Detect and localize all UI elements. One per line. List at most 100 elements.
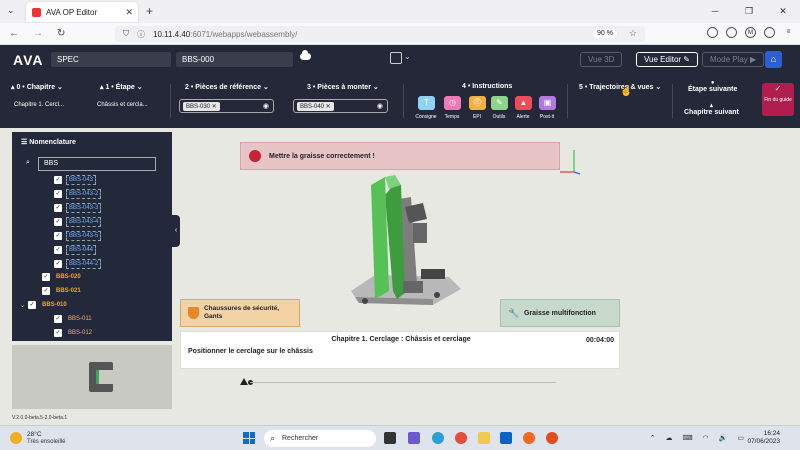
file-explorer-icon[interactable] [478, 432, 490, 444]
chrome-icon[interactable] [455, 432, 467, 444]
home-button[interactable]: ⌂ [765, 51, 782, 68]
preview-thumbnail[interactable] [12, 345, 172, 409]
zoom-level[interactable]: 90 % [593, 29, 617, 38]
extension-m-icon[interactable]: M [745, 27, 756, 38]
firefox-alt-icon[interactable] [546, 432, 558, 444]
chevron-up-icon[interactable]: ⌃ [650, 434, 656, 442]
tree-checkbox[interactable]: ✓ [54, 232, 62, 240]
forward-icon[interactable]: → [33, 28, 43, 39]
reload-icon[interactable]: ↻ [57, 28, 65, 39]
ref-parts-field[interactable]: BBS-030 ✕ ◉ [179, 99, 274, 113]
tree-item[interactable]: ✓ BBS-020 [42, 273, 83, 281]
axis-gizmo[interactable] [556, 146, 582, 176]
tree-checkbox[interactable]: ✓ [54, 329, 62, 337]
instruction-postit-button[interactable]: ▣ [539, 96, 556, 110]
volume-icon[interactable]: 🔊 [719, 434, 728, 442]
wifi-icon[interactable]: ◠ [703, 434, 709, 442]
cloud-sync-icon[interactable]: ☁ [665, 434, 672, 442]
eye-icon[interactable]: ◉ [263, 102, 269, 110]
taskbar-search[interactable]: Rechercher [264, 430, 376, 447]
tree-item[interactable]: ✓ BBS-043 [54, 175, 97, 185]
tree-item[interactable]: ✓ BBS-043-3 [54, 203, 102, 213]
tree-item[interactable]: ⌄ ✓ BBS-010 [20, 301, 69, 309]
3d-model-viewport[interactable] [345, 173, 465, 313]
chevron-down-icon[interactable]: ⌄ [404, 52, 411, 61]
mount-part-chip[interactable]: BBS-040 ✕ [297, 102, 334, 111]
tree-checkbox[interactable]: ✓ [54, 204, 62, 212]
mode-play-button[interactable]: Mode Play ▶ [702, 52, 765, 67]
etape-selector[interactable]: ▴ 1 • Étape ⌄ [100, 83, 143, 91]
maximize-icon[interactable]: ❐ [732, 0, 766, 23]
tree-item[interactable]: ✓ BBS-021 [42, 287, 83, 295]
tree-item[interactable]: ✓ BBS-043-5 [54, 231, 102, 241]
nomenclature-search-input[interactable]: BBS [38, 157, 156, 171]
sun-icon[interactable] [10, 432, 22, 444]
browser-tab[interactable]: AVA OP Editor ✕ [26, 2, 138, 22]
instruction-temps-button[interactable]: ◷ [444, 96, 461, 110]
collapse-panel-handle[interactable]: ‹ [172, 215, 180, 247]
tree-checkbox[interactable]: ✓ [54, 218, 62, 226]
menu-icon[interactable]: ≡ [783, 27, 794, 38]
assembly-field[interactable]: BBS-000 [176, 52, 293, 67]
expand-icon[interactable]: ⌄ [20, 302, 25, 309]
tree-checkbox[interactable]: ✓ [54, 246, 62, 254]
instruction-outils-button[interactable]: ✎ [491, 96, 508, 110]
url-bar[interactable]: ⛉ ⓘ 10.11.4.40:6071/webapps/webassembly/… [115, 26, 645, 42]
ar-view-icon[interactable] [390, 52, 402, 64]
mount-parts-selector[interactable]: 3 • Pièces à monter ⌄ [307, 83, 379, 91]
ref-parts-selector[interactable]: 2 • Pièces de référence ⌄ [185, 83, 269, 91]
ime-icon[interactable]: ⌨ [682, 434, 692, 442]
tree-checkbox[interactable]: ✓ [28, 301, 37, 309]
epi-instruction[interactable]: Chaussures de sécurité, Gants [180, 299, 300, 327]
tree-checkbox[interactable]: ✓ [42, 287, 50, 295]
windows-start-icon[interactable] [243, 432, 255, 444]
tree-item[interactable]: ✓ BBS-043-4 [54, 217, 102, 227]
tree-item[interactable]: ✓ BBS-044-2 [54, 259, 102, 269]
tree-item[interactable]: ✓ BBS-044 [54, 245, 97, 255]
tree-item[interactable]: ✓ BBS-011 [54, 315, 94, 323]
edge-icon[interactable] [432, 432, 444, 444]
firefox-icon[interactable] [523, 432, 535, 444]
project-field[interactable]: SPEC [51, 52, 171, 67]
alert-instruction[interactable]: Mettre la graisse correctement ! [240, 142, 560, 170]
tool-instruction[interactable]: 🔧 Graisse multifonction [500, 299, 620, 327]
close-icon[interactable]: ✕ [125, 7, 133, 18]
outlook-icon[interactable] [500, 432, 512, 444]
new-tab-icon[interactable]: + [146, 4, 153, 18]
page-info-icon[interactable]: ⓘ [137, 29, 145, 40]
next-chapter-button[interactable]: ▴ Chapitre suivant [684, 102, 739, 116]
account-icon[interactable] [726, 27, 737, 38]
window-close-icon[interactable]: ✕ [766, 0, 800, 23]
tree-checkbox[interactable]: ✓ [54, 190, 62, 198]
system-clock[interactable]: 16:24 07/06/2023 [747, 430, 780, 446]
instruction-consigne-button[interactable]: T [418, 96, 435, 110]
tab-list-icon[interactable]: ⌄ [7, 5, 15, 16]
next-step-button[interactable]: ● Étape suivante [688, 80, 737, 93]
instruction-epi-button[interactable]: ⛑ [469, 96, 486, 110]
minimize-icon[interactable]: ─ [698, 0, 732, 23]
tree-checkbox[interactable]: ✓ [54, 260, 62, 268]
back-icon[interactable]: ← [9, 28, 19, 39]
task-view-icon[interactable] [384, 432, 396, 444]
mount-parts-field[interactable]: BBS-040 ✕ ◉ [293, 99, 388, 113]
tree-item[interactable]: ✓ BBS-012 [54, 329, 94, 337]
chapitre-selector[interactable]: ▴ 0 • Chapitre ⌄ [11, 83, 63, 91]
tree-checkbox[interactable]: ✓ [54, 315, 62, 323]
timeline-track[interactable] [250, 382, 556, 383]
tree-checkbox[interactable]: ✓ [54, 176, 62, 184]
vue-3d-button[interactable]: Vue 3D [580, 52, 623, 67]
pocket-icon[interactable] [707, 27, 718, 38]
bookmark-star-icon[interactable]: ☆ [629, 28, 637, 39]
timeline-start-marker[interactable] [240, 378, 248, 385]
downloads-icon[interactable] [764, 27, 775, 38]
teams-icon[interactable] [408, 432, 420, 444]
ref-part-chip[interactable]: BBS-030 ✕ [183, 102, 220, 111]
tree-item[interactable]: ✓ BBS-043-2 [54, 189, 102, 199]
cloud-icon[interactable] [300, 50, 311, 60]
tree-checkbox[interactable]: ✓ [42, 273, 50, 281]
instruction-alerte-button[interactable]: ▲ [515, 96, 532, 110]
timeline[interactable] [240, 378, 556, 386]
eye-icon[interactable]: ◉ [377, 102, 383, 110]
fin-du-guide-button[interactable]: ✓ Fin du guide [762, 83, 794, 116]
vue-editor-button[interactable]: Vue Editor ✎ [636, 52, 698, 67]
